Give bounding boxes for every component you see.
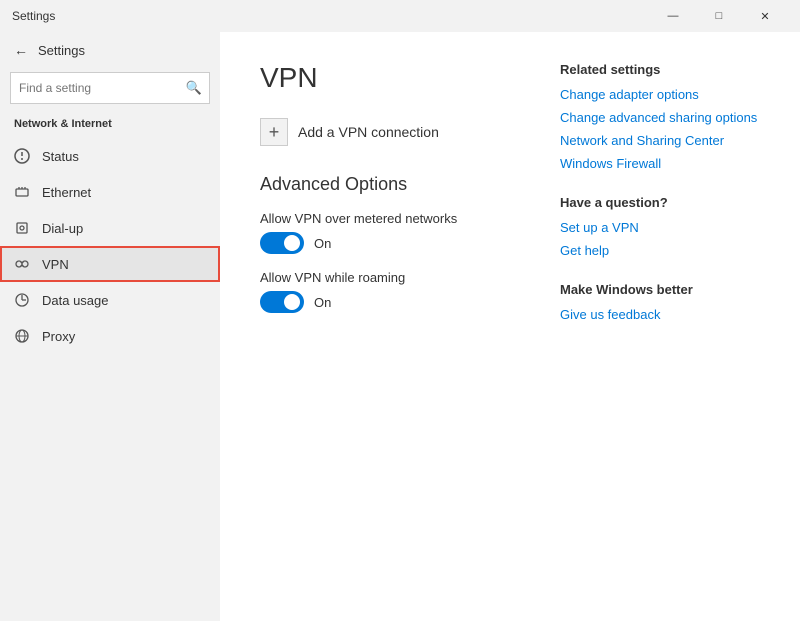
right-panel: Related settings Change adapter options …: [560, 62, 760, 591]
status-icon: [14, 148, 30, 164]
datausage-icon: [14, 292, 30, 308]
dialup-icon: [14, 220, 30, 236]
network-sharing-center-link[interactable]: Network and Sharing Center: [560, 133, 760, 148]
sidebar-search-container: 🔍: [10, 72, 210, 104]
proxy-icon: [14, 328, 30, 344]
sidebar-item-label: Data usage: [42, 293, 109, 308]
toggle-metered-label: Allow VPN over metered networks: [260, 211, 500, 226]
sidebar-item-proxy[interactable]: Proxy: [0, 318, 220, 354]
add-vpn-button[interactable]: + Add a VPN connection: [260, 118, 500, 146]
back-arrow-icon: ←: [14, 42, 28, 58]
sidebar-item-ethernet[interactable]: Ethernet: [0, 174, 220, 210]
content-main: VPN + Add a VPN connection Advanced Opti…: [260, 62, 500, 591]
titlebar-controls: — □ ✕: [650, 0, 788, 32]
add-vpn-label: Add a VPN connection: [298, 124, 439, 140]
titlebar: Settings — □ ✕: [0, 0, 800, 32]
vpn-icon: [14, 256, 30, 272]
toggle-row-roaming: Allow VPN while roaming On: [260, 270, 500, 313]
toggle-metered-switch[interactable]: [260, 232, 304, 254]
maximize-button[interactable]: □: [696, 0, 742, 32]
get-help-link[interactable]: Get help: [560, 243, 760, 258]
related-settings-section: Related settings Change adapter options …: [560, 62, 760, 171]
page-title: VPN: [260, 62, 500, 94]
make-windows-better-title: Make Windows better: [560, 282, 760, 297]
advanced-options-heading: Advanced Options: [260, 174, 500, 195]
toggle-roaming-label: Allow VPN while roaming: [260, 270, 500, 285]
sidebar-item-datausage[interactable]: Data usage: [0, 282, 220, 318]
sidebar-back-label: Settings: [38, 43, 85, 58]
sidebar-item-dialup[interactable]: Dial-up: [0, 210, 220, 246]
sidebar-item-label: Proxy: [42, 329, 75, 344]
toggle-roaming-switch[interactable]: [260, 291, 304, 313]
sidebar-item-vpn[interactable]: VPN: [0, 246, 220, 282]
ethernet-icon: [14, 184, 30, 200]
content-area: VPN + Add a VPN connection Advanced Opti…: [220, 32, 800, 621]
sidebar-item-label: Ethernet: [42, 185, 91, 200]
sidebar-back-button[interactable]: ← Settings: [0, 32, 220, 68]
related-settings-title: Related settings: [560, 62, 760, 77]
toggle-row-metered: Allow VPN over metered networks On: [260, 211, 500, 254]
app-body: ← Settings 🔍 Network & Internet Status: [0, 32, 800, 621]
toggle-roaming-wrap: On: [260, 291, 500, 313]
windows-firewall-link[interactable]: Windows Firewall: [560, 156, 760, 171]
search-input[interactable]: [10, 72, 210, 104]
have-a-question-section: Have a question? Set up a VPN Get help: [560, 195, 760, 258]
add-vpn-plus-icon: +: [260, 118, 288, 146]
sidebar-item-label: Dial-up: [42, 221, 83, 236]
toggle-metered-state: On: [314, 236, 331, 251]
titlebar-title: Settings: [12, 9, 650, 23]
set-up-vpn-link[interactable]: Set up a VPN: [560, 220, 760, 235]
sidebar-section-label: Network & Internet: [0, 114, 220, 138]
minimize-button[interactable]: —: [650, 0, 696, 32]
sidebar-item-label: VPN: [42, 257, 69, 272]
sidebar-item-status[interactable]: Status: [0, 138, 220, 174]
change-advanced-sharing-link[interactable]: Change advanced sharing options: [560, 110, 760, 125]
make-windows-better-section: Make Windows better Give us feedback: [560, 282, 760, 322]
search-icon: 🔍: [186, 80, 202, 96]
toggle-roaming-state: On: [314, 295, 331, 310]
toggle-metered-wrap: On: [260, 232, 500, 254]
change-adapter-options-link[interactable]: Change adapter options: [560, 87, 760, 102]
give-feedback-link[interactable]: Give us feedback: [560, 307, 760, 322]
sidebar-item-label: Status: [42, 149, 79, 164]
close-button[interactable]: ✕: [742, 0, 788, 32]
have-a-question-title: Have a question?: [560, 195, 760, 210]
sidebar: ← Settings 🔍 Network & Internet Status: [0, 32, 220, 621]
